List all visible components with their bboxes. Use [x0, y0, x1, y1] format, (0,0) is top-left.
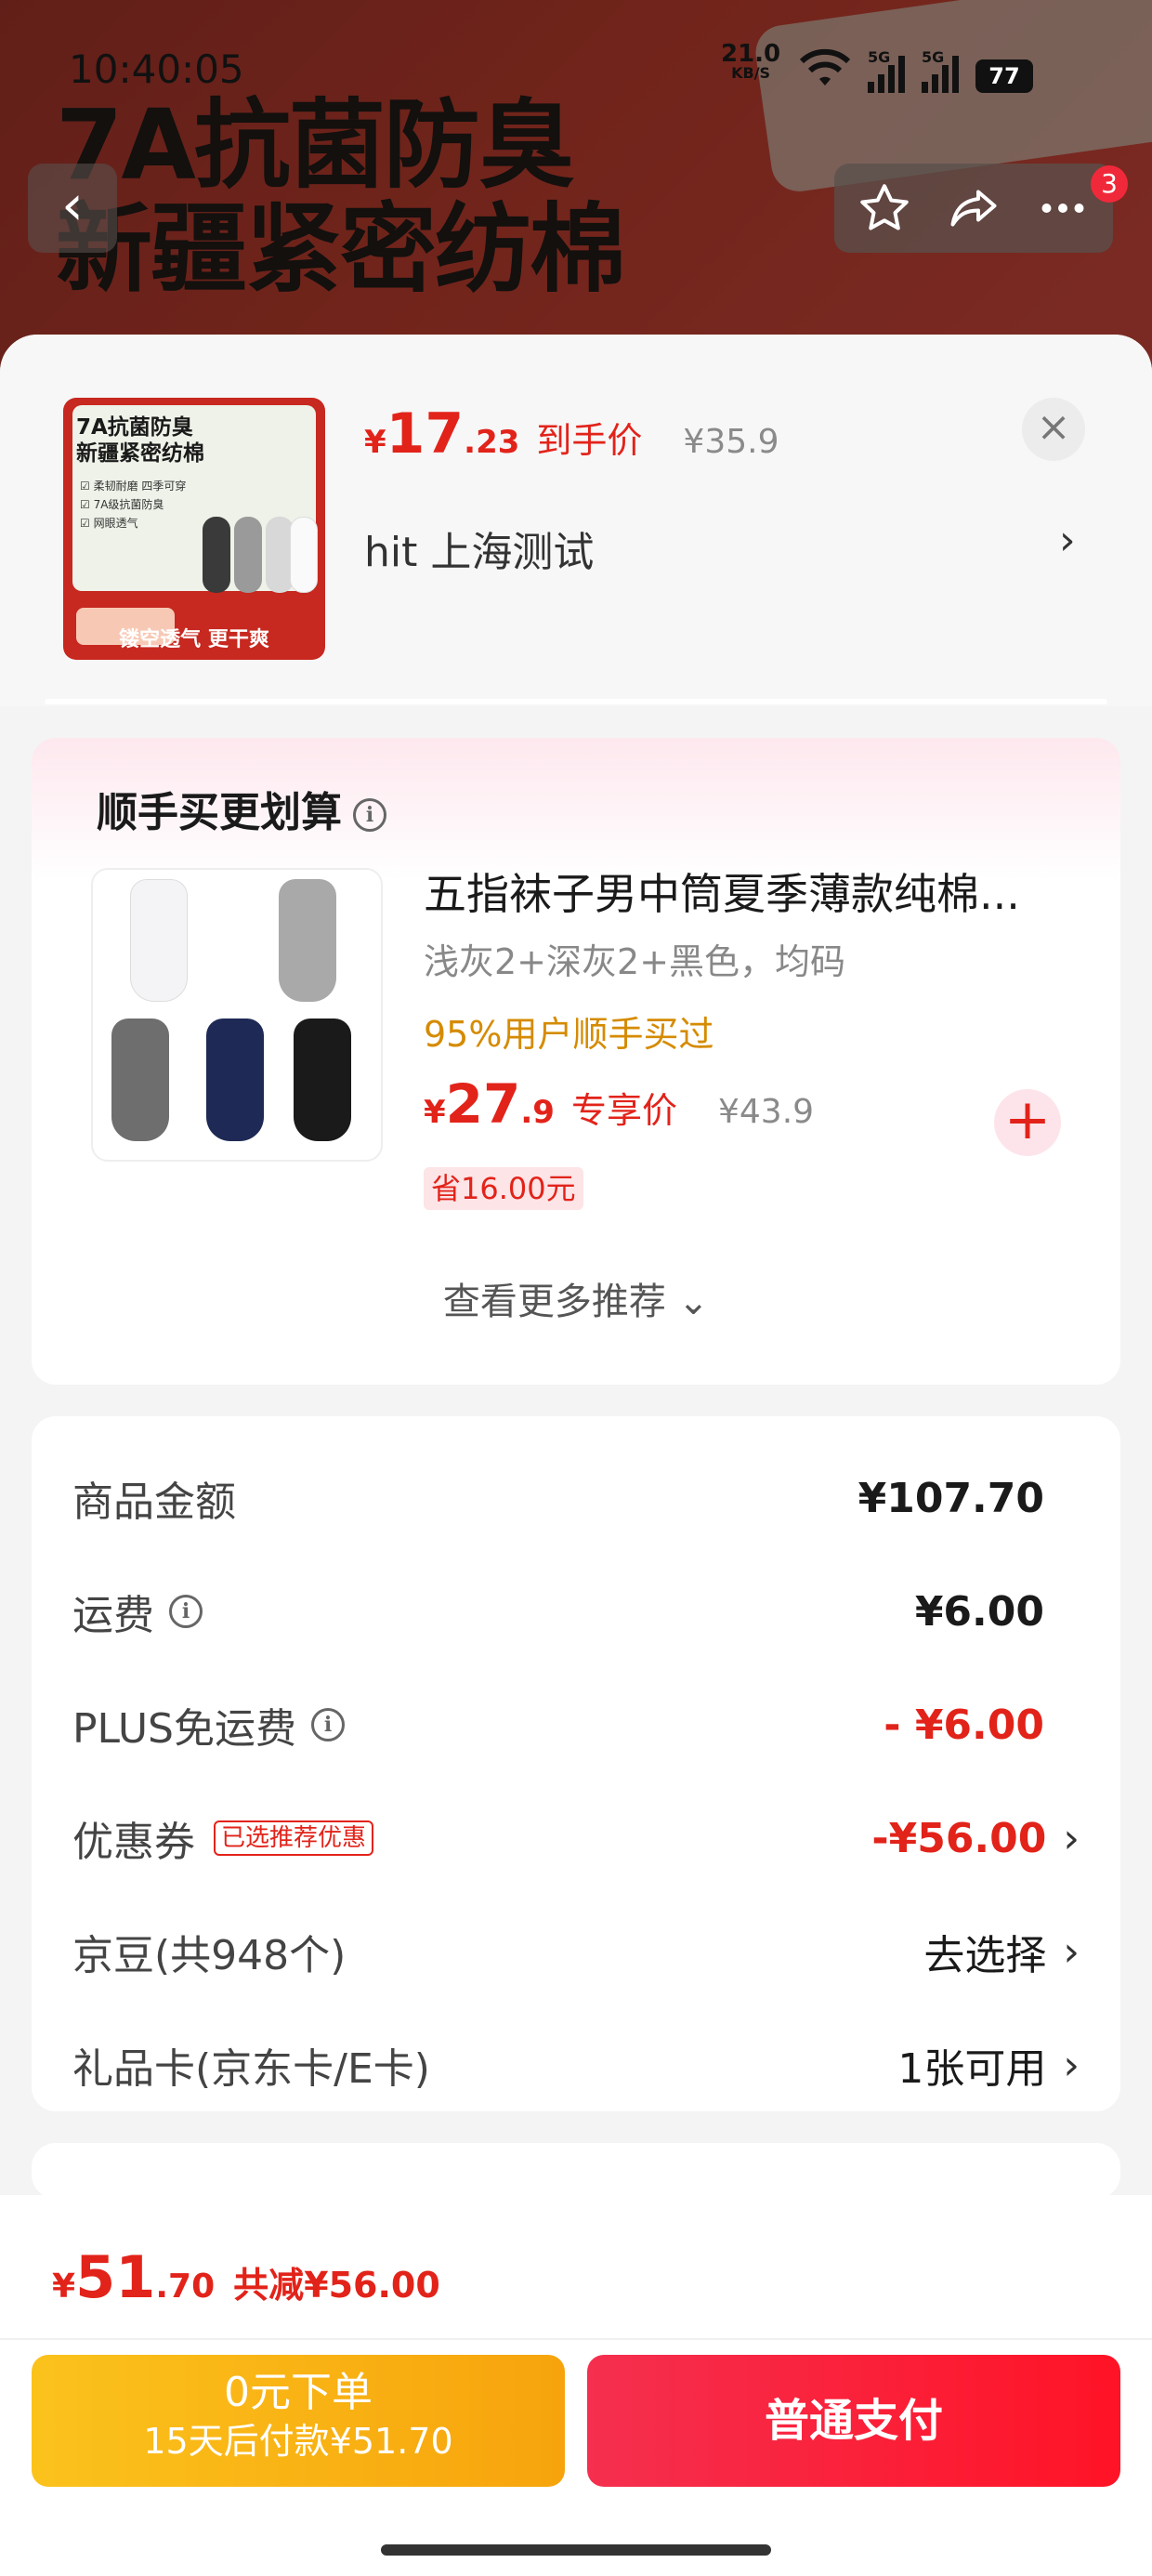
chevron-right-icon: › [1063, 1814, 1080, 1862]
price-summary-card: 商品金额 ¥107.70 运费 i ¥6.00 PLUS免运费 i - ¥6.00 … [32, 1416, 1120, 2111]
next-card-peek [32, 2143, 1120, 2199]
divider [0, 2338, 1152, 2340]
summary-row-shipping: 运费 i ¥6.00 [72, 1587, 1044, 1640]
summary-row-coupon[interactable]: 优惠券 已选推荐优惠 -¥56.00 › [72, 1801, 1080, 1875]
summary-row-goods: 商品金额 ¥107.70 [72, 1474, 1044, 1527]
addon-bought-note: 95%用户顺手买过 [424, 1014, 714, 1055]
status-bar: 10:40:05 21.0 KB/S 5G 5G 77 [0, 37, 1152, 102]
status-icons: 5G 5G 77 [799, 48, 1033, 93]
original-price: ¥35.9 [683, 423, 779, 461]
info-icon[interactable]: i [311, 1708, 345, 1741]
chevron-right-icon[interactable]: › [1059, 517, 1076, 564]
addon-product-image[interactable] [91, 868, 383, 1162]
more-recommendations-link[interactable]: 查看更多推荐 ⌄ [32, 1271, 1120, 1325]
divider [45, 699, 1107, 704]
chevron-right-icon: › [1063, 1927, 1080, 1976]
add-addon-button[interactable]: + [994, 1089, 1061, 1156]
network-speed: 21.0 KB/S [721, 40, 781, 82]
close-icon: × [1036, 403, 1071, 451]
product-thumbnail: 7A抗菌防臭 新疆紧密纺棉 ☑ 柔韧耐磨 四季可穿 ☑ 7A级抗菌防臭 ☑ 网眼… [63, 398, 325, 660]
signal-icon: 5G [922, 48, 959, 93]
more-button[interactable] [1026, 171, 1100, 245]
battery-icon: 77 [975, 59, 1033, 93]
share-button[interactable] [936, 171, 1011, 245]
back-icon: ‹ [61, 173, 84, 238]
delivery-address[interactable]: hit 上海测试 [364, 519, 594, 578]
close-button[interactable]: × [1022, 398, 1085, 461]
more-icon [1041, 204, 1084, 213]
addon-price: ¥ 27 .9 专享价 ¥43.9 [424, 1072, 815, 1136]
addon-title: 顺手买更划算 i [97, 779, 386, 838]
favorite-button[interactable] [847, 171, 922, 245]
share-icon [950, 190, 997, 227]
star-icon [860, 184, 909, 230]
info-icon[interactable]: i [169, 1595, 203, 1628]
addon-product-name[interactable]: 五指袜子男中筒夏季薄款纯棉... [424, 861, 1020, 922]
coupon-applied-tag: 已选推荐优惠 [214, 1820, 374, 1856]
status-time: 10:40:05 [69, 46, 244, 92]
summary-row-gift-card[interactable]: 礼品卡(京东卡/E卡) 1张可用 › [72, 2028, 1080, 2102]
product-page-background: 7A抗菌防臭 新疆紧密纺棉 10:40:05 21.0 KB/S 5G 5G 7… [0, 0, 1152, 390]
nav-actions [834, 164, 1113, 253]
thumbnail-title: 7A抗菌防臭 新疆紧密纺棉 [76, 415, 204, 466]
product-price: ¥ 17 .23 到手价 ¥35.9 [364, 401, 779, 467]
checkout-bar: ¥ 51 .70 共减¥56.00 0元下单 15天后付款¥51.70 普通支付 [0, 2195, 1152, 2576]
summary-row-plus-free-shipping: PLUS免运费 i - ¥6.00 [72, 1701, 1044, 1754]
addon-original-price: ¥43.9 [717, 1093, 815, 1131]
message-badge: 3 [1091, 165, 1128, 203]
wifi-icon [799, 48, 851, 93]
plus-icon: + [1003, 1087, 1052, 1152]
save-badge: 省16.00元 [424, 1167, 583, 1210]
addon-product-spec: 浅灰2+深灰2+黑色，均码 [424, 941, 846, 982]
product-header: 7A抗菌防臭 新疆紧密纺棉 ☑ 柔韧耐磨 四季可穿 ☑ 7A级抗菌防臭 ☑ 网眼… [0, 335, 1152, 706]
home-indicator[interactable] [381, 2544, 771, 2556]
signal-icon: 5G [868, 48, 905, 93]
total-reduction: 共减¥56.00 [233, 2265, 440, 2306]
info-icon[interactable]: i [353, 798, 386, 832]
back-button[interactable]: ‹ [28, 164, 117, 253]
chevron-right-icon: › [1063, 2041, 1080, 2089]
normal-pay-button[interactable]: 普通支付 [587, 2355, 1120, 2487]
summary-row-jingdou[interactable]: 京豆(共948个) 去选择 › [72, 1914, 1080, 1989]
total-price: ¥ 51 .70 共减¥56.00 [52, 2243, 440, 2311]
zero-down-order-button[interactable]: 0元下单 15天后付款¥51.70 [32, 2355, 565, 2487]
addon-card: 顺手买更划算 i 五指袜子男中筒夏季薄款纯棉... 浅灰2+深灰2+黑色，均码 9… [32, 738, 1120, 1385]
